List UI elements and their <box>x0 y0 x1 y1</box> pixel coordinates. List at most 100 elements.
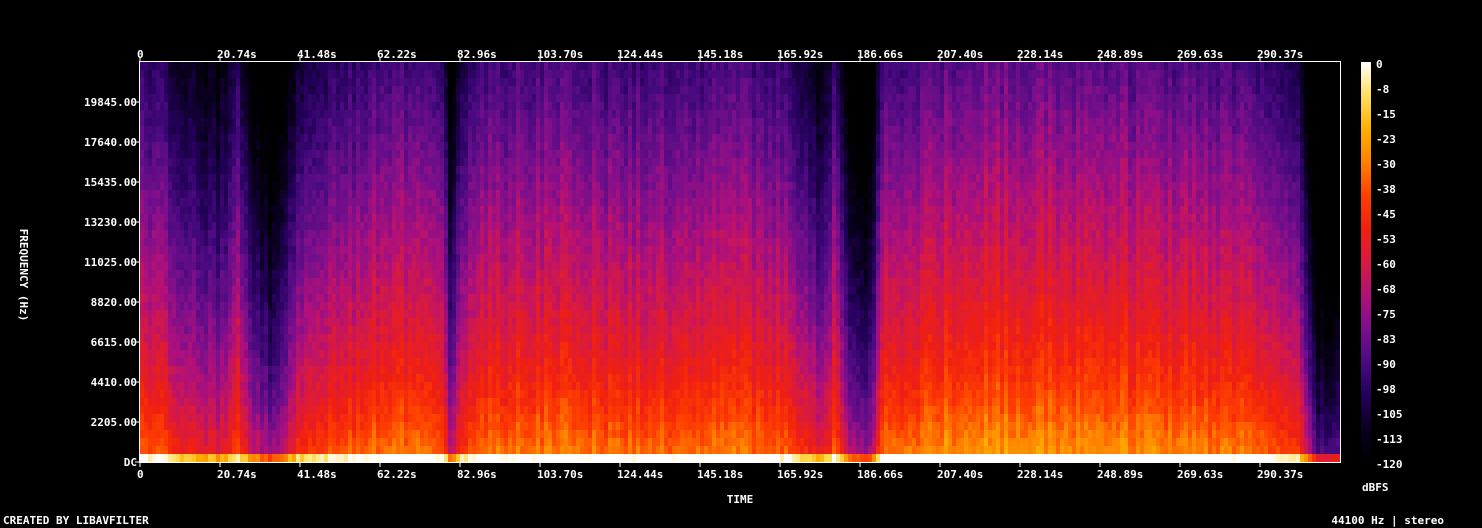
spectrogram-cell <box>180 406 185 415</box>
spectrogram-cell <box>156 166 161 175</box>
spectrogram-cell <box>500 262 505 271</box>
spectrogram-cell <box>312 206 317 215</box>
spectrogram-cell <box>332 198 337 207</box>
spectrogram-cell <box>308 342 313 351</box>
spectrogram-cell <box>348 214 353 223</box>
spectrogram-cell <box>360 238 365 247</box>
spectrogram-cell <box>344 422 349 431</box>
spectrogram-cell <box>496 398 501 407</box>
spectrogram-cell <box>292 398 297 407</box>
spectrogram-cell <box>448 374 453 383</box>
spectrogram-cell <box>348 294 353 303</box>
spectrogram-cell <box>404 334 409 343</box>
spectrogram-cell <box>140 334 145 343</box>
spectrogram-cell <box>480 190 485 199</box>
spectrogram-cell <box>212 430 217 439</box>
spectrogram-cell <box>328 254 333 263</box>
spectrogram-cell <box>432 366 437 375</box>
spectrogram-cell <box>376 238 381 247</box>
spectrogram-cell <box>500 358 505 367</box>
spectrogram-cell <box>476 150 481 159</box>
spectrogram-cell <box>460 422 465 431</box>
spectrogram-cell <box>424 238 429 247</box>
spectrogram-cell <box>412 206 417 215</box>
spectrogram-cell <box>412 318 417 327</box>
spectrogram-cell <box>452 326 457 335</box>
spectrogram-cell <box>528 262 533 271</box>
spectrogram-cell <box>448 142 453 151</box>
spectrogram-cell <box>144 310 149 319</box>
spectrogram-cell <box>148 254 153 263</box>
spectrogram-cell <box>492 150 497 159</box>
spectrogram-cell <box>308 294 313 303</box>
spectrogram-cell <box>392 246 397 255</box>
spectrogram-cell <box>356 438 361 447</box>
spectrogram-cell <box>440 94 445 103</box>
spectrogram-cell <box>288 102 293 111</box>
spectrogram-cell <box>324 110 329 119</box>
spectrogram-cell <box>200 206 205 215</box>
spectrogram-cell <box>436 110 441 119</box>
spectrogram-cell <box>376 118 381 127</box>
spectrogram-cell <box>192 158 197 167</box>
spectrogram-cell <box>412 366 417 375</box>
spectrogram-cell <box>172 118 177 127</box>
spectrogram-cell <box>236 278 241 287</box>
spectrogram-cell <box>348 86 353 95</box>
spectrogram-cell <box>416 86 421 95</box>
spectrogram-cell <box>152 286 157 295</box>
spectrogram-column <box>492 62 497 463</box>
spectrogram-cell <box>436 126 441 135</box>
spectrogram-cell <box>368 350 373 359</box>
spectrogram-cell <box>148 134 153 143</box>
spectrogram-cell <box>396 382 401 391</box>
spectrogram-cell <box>452 366 457 375</box>
spectrogram-cell <box>368 206 373 215</box>
spectrogram-cell <box>248 326 253 335</box>
spectrogram-cell <box>524 142 529 151</box>
spectrogram-column <box>200 62 205 463</box>
spectrogram-cell <box>452 230 457 239</box>
spectrogram-cell <box>208 198 213 207</box>
spectrogram-cell <box>340 262 345 271</box>
spectrogram-cell <box>192 166 197 175</box>
spectrogram-cell <box>420 406 425 415</box>
spectrogram-cell <box>396 390 401 399</box>
spectrogram-cell <box>224 254 229 263</box>
spectrogram-cell <box>352 206 357 215</box>
spectrogram-cell <box>332 286 337 295</box>
spectrogram-cell <box>300 350 305 359</box>
spectrogram-cell <box>424 94 429 103</box>
spectrogram-cell <box>524 94 529 103</box>
spectrogram-cell <box>492 326 497 335</box>
spectrogram-cell <box>348 158 353 167</box>
spectrogram-cell <box>340 174 345 183</box>
spectrogram-cell <box>144 358 149 367</box>
spectrogram-cell <box>376 318 381 327</box>
spectrogram-cell <box>460 102 465 111</box>
spectrogram-cell <box>272 446 277 455</box>
spectrogram-cell <box>508 406 513 415</box>
spectrogram-column <box>276 62 281 463</box>
spectrogram-cell <box>520 358 525 367</box>
spectrogram-cell <box>400 430 405 439</box>
spectrogram-cell <box>340 150 345 159</box>
spectrogram-cell <box>156 158 161 167</box>
spectrogram-cell <box>308 398 313 407</box>
spectrogram-cell <box>468 318 473 327</box>
spectrogram-cell <box>472 262 477 271</box>
spectrogram-cell <box>312 262 317 271</box>
spectrogram-cell <box>396 182 401 191</box>
spectrogram-cell <box>448 430 453 439</box>
spectrogram-cell <box>344 174 349 183</box>
spectrogram-cell <box>168 86 173 95</box>
spectrogram-cell <box>396 214 401 223</box>
spectrogram-cell <box>432 422 437 431</box>
spectrogram-cell <box>384 238 389 247</box>
spectrogram-cell <box>496 406 501 415</box>
spectrogram-cell <box>480 454 485 463</box>
spectrogram-cell <box>436 414 441 423</box>
spectrogram-cell <box>156 318 161 327</box>
spectrogram-cell <box>172 326 177 335</box>
spectrogram-cell <box>172 366 177 375</box>
